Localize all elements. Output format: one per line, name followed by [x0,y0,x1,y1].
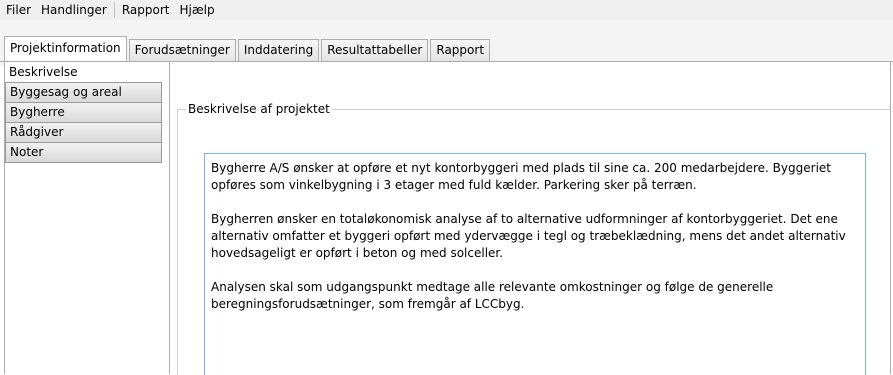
menu-bar: Filer Handlinger Rapport Hjælp [0,0,893,21]
sidebar-item-beskrivelse[interactable]: Beskrivelse [5,62,160,82]
tab-strip: Projektinformation Forudsætninger Inddat… [0,20,893,66]
groupbox-title: Beskrivelse af projektet [186,101,332,117]
menu-handlinger[interactable]: Handlinger [36,0,112,20]
tab-content: Beskrivelse Byggesag og areal Bygherre R… [4,62,891,375]
description-paragraph: Bygherre A/S ønsker at opføre et nyt kon… [211,161,831,192]
menu-filer[interactable]: Filer [0,0,36,20]
description-paragraph: Bygherren ønsker en totaløkonomisk analy… [211,212,846,260]
tab-projektinformation[interactable]: Projektinformation [4,36,127,61]
tab-forudsaetninger[interactable]: Forudsætninger [128,39,236,61]
tab-rapport[interactable]: Rapport [430,39,491,61]
sidebar: Beskrivelse Byggesag og areal Bygherre R… [5,62,170,374]
sidebar-item-noter[interactable]: Noter [5,143,162,163]
sidebar-item-byggesag-og-areal[interactable]: Byggesag og areal [5,82,162,103]
menu-separator [113,2,115,18]
menu-rapport[interactable]: Rapport [117,0,175,20]
tab-row: Projektinformation Forudsætninger Inddat… [4,36,492,61]
description-paragraph: Analysen skal som udgangspunkt medtage a… [211,280,774,311]
description-groupbox: Beskrivelse af projektet Bygherre A/S øn… [177,101,891,375]
description-textarea[interactable]: Bygherre A/S ønsker at opføre et nyt kon… [204,153,866,375]
tab-resultattabeller[interactable]: Resultattabeller [321,39,429,61]
sidebar-item-bygherre[interactable]: Bygherre [5,103,162,123]
menu-hjaelp[interactable]: Hjælp [174,0,219,20]
sidebar-item-raadgiver[interactable]: Rådgiver [5,123,162,143]
tab-inddatering[interactable]: Inddatering [237,39,320,61]
